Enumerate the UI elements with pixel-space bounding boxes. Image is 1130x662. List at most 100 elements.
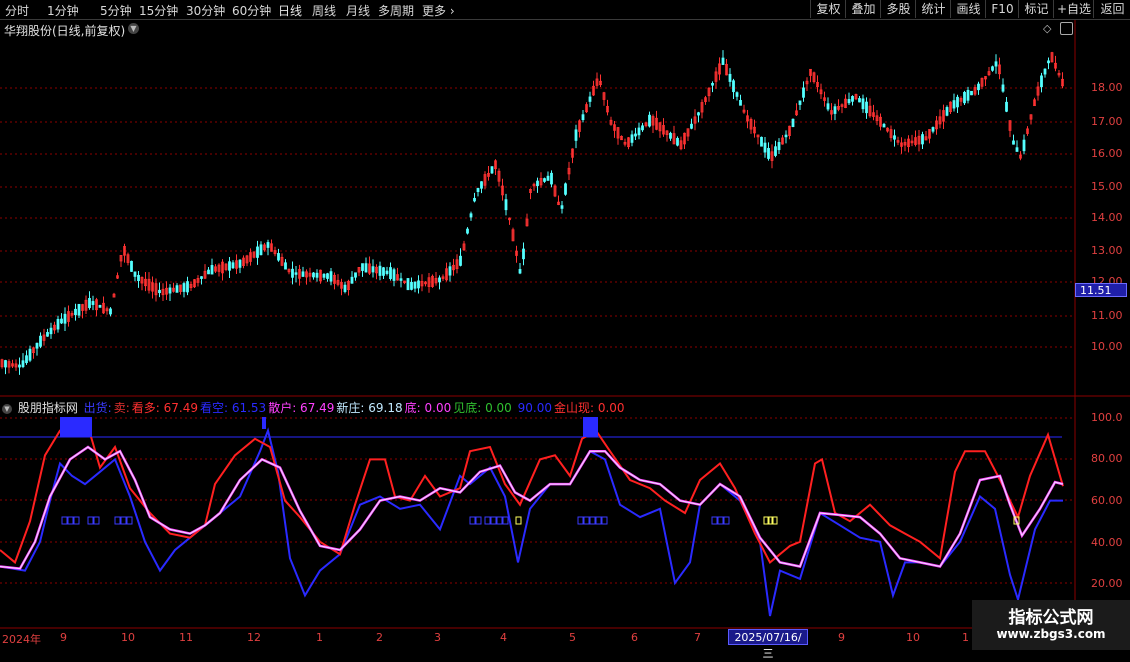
candle-body — [802, 87, 805, 98]
candle-body — [354, 272, 357, 278]
indicator-value: 底: 0.00 — [404, 401, 452, 415]
candle-body — [266, 242, 270, 248]
candle-body — [137, 274, 140, 282]
indicator-axis-label: 80.00 — [1091, 452, 1123, 465]
candle-body — [98, 305, 102, 308]
candle-body — [966, 89, 970, 101]
indicator-value: 金山现: 0.00 — [553, 401, 625, 415]
price-axis-label: 14.00 — [1091, 211, 1123, 224]
candle-body — [60, 318, 63, 324]
candle-body — [46, 332, 49, 337]
candle-body — [284, 262, 287, 270]
candle-body — [1005, 101, 1008, 112]
price-grid — [0, 87, 1075, 348]
candle-body — [648, 114, 651, 127]
candle-body — [977, 83, 980, 91]
candle-body — [399, 278, 403, 281]
price-axis-label: 18.00 — [1091, 81, 1123, 94]
candle-body — [893, 135, 896, 140]
signal-marker — [93, 516, 100, 525]
candle-body — [277, 253, 280, 261]
candle-body — [469, 213, 473, 218]
candle-body — [207, 269, 210, 275]
candle-body — [301, 271, 305, 277]
candle-body — [739, 99, 742, 106]
candle-body — [564, 183, 567, 195]
candle-body — [1015, 147, 1019, 152]
candle-body — [970, 90, 973, 96]
candle-body — [833, 106, 837, 114]
indicator-value: 见底: 0.00 — [453, 401, 512, 415]
candle-body — [448, 266, 452, 276]
candle-body — [858, 98, 861, 103]
candle-body — [798, 100, 802, 105]
candle-body — [77, 303, 81, 316]
price-axis-label: 10.00 — [1091, 340, 1123, 353]
date-label: 3 — [434, 631, 441, 644]
candle-body — [35, 342, 39, 349]
candle-body — [480, 181, 483, 189]
signal-marker — [496, 516, 503, 525]
candle-body — [56, 318, 60, 330]
candle-body — [490, 166, 494, 174]
candle-body — [186, 281, 189, 293]
candle-body — [259, 244, 263, 256]
candle-body — [504, 199, 508, 211]
candle-body — [168, 287, 172, 294]
signal-marker — [723, 516, 730, 525]
candle-body — [721, 57, 725, 65]
candle-body — [343, 284, 347, 292]
signal-marker — [717, 516, 724, 525]
candle-body — [312, 272, 315, 278]
current-price-tag: 11.51 — [1075, 283, 1127, 297]
watermark-title: 指标公式网 — [1008, 608, 1094, 628]
chevron-down-icon[interactable]: ▼ — [2, 403, 12, 414]
candle-body — [861, 98, 865, 110]
candle-body — [735, 92, 739, 97]
candle-body — [1040, 75, 1043, 88]
candle-body — [581, 114, 585, 121]
candle-body — [158, 289, 161, 294]
candle-body — [182, 283, 186, 292]
candlestick-chart — [0, 20, 1130, 629]
price-axis-label: 15.00 — [1091, 180, 1123, 193]
candle-body — [130, 260, 133, 272]
candle-body — [18, 364, 21, 368]
candle-body — [74, 308, 77, 316]
candle-body — [767, 147, 770, 159]
candle-body — [963, 91, 966, 104]
candle-body — [371, 266, 375, 273]
candle-body — [364, 263, 368, 273]
candle-body — [546, 175, 550, 181]
signal-marker — [114, 516, 121, 525]
date-label: 2 — [376, 631, 383, 644]
indicator-value: 看空: 61.53 — [199, 401, 267, 415]
indicator-axis-label: 100.0 — [1091, 411, 1123, 424]
candle-body — [882, 123, 886, 128]
date-label: 12 — [247, 631, 261, 644]
indicator-values: 出货: 卖: 看多: 67.49 看空: 61.53 散户: 67.49 新庄: 69.1… — [84, 401, 627, 415]
signal-marker — [126, 516, 133, 525]
candle-body — [91, 301, 95, 305]
signal-marker — [73, 516, 80, 525]
candle-body — [560, 205, 564, 209]
signal-marker — [87, 516, 94, 525]
signal-marker — [61, 516, 68, 525]
candle-body — [1012, 140, 1015, 145]
date-label: 5 — [569, 631, 576, 644]
candle-body — [543, 178, 546, 182]
candle-body — [728, 73, 732, 82]
candle-body — [392, 269, 396, 281]
signal-marker — [475, 516, 482, 525]
candle-body — [637, 127, 641, 136]
candle-body — [1022, 139, 1026, 152]
candle-body — [326, 273, 329, 279]
signal-marker — [595, 516, 602, 525]
candle-body — [760, 136, 763, 147]
signal-marker — [589, 516, 596, 525]
candle-body — [956, 96, 959, 108]
candle-body — [88, 298, 91, 309]
candle-body — [438, 277, 441, 283]
signal-marker — [67, 516, 74, 525]
candle-body — [361, 263, 364, 271]
